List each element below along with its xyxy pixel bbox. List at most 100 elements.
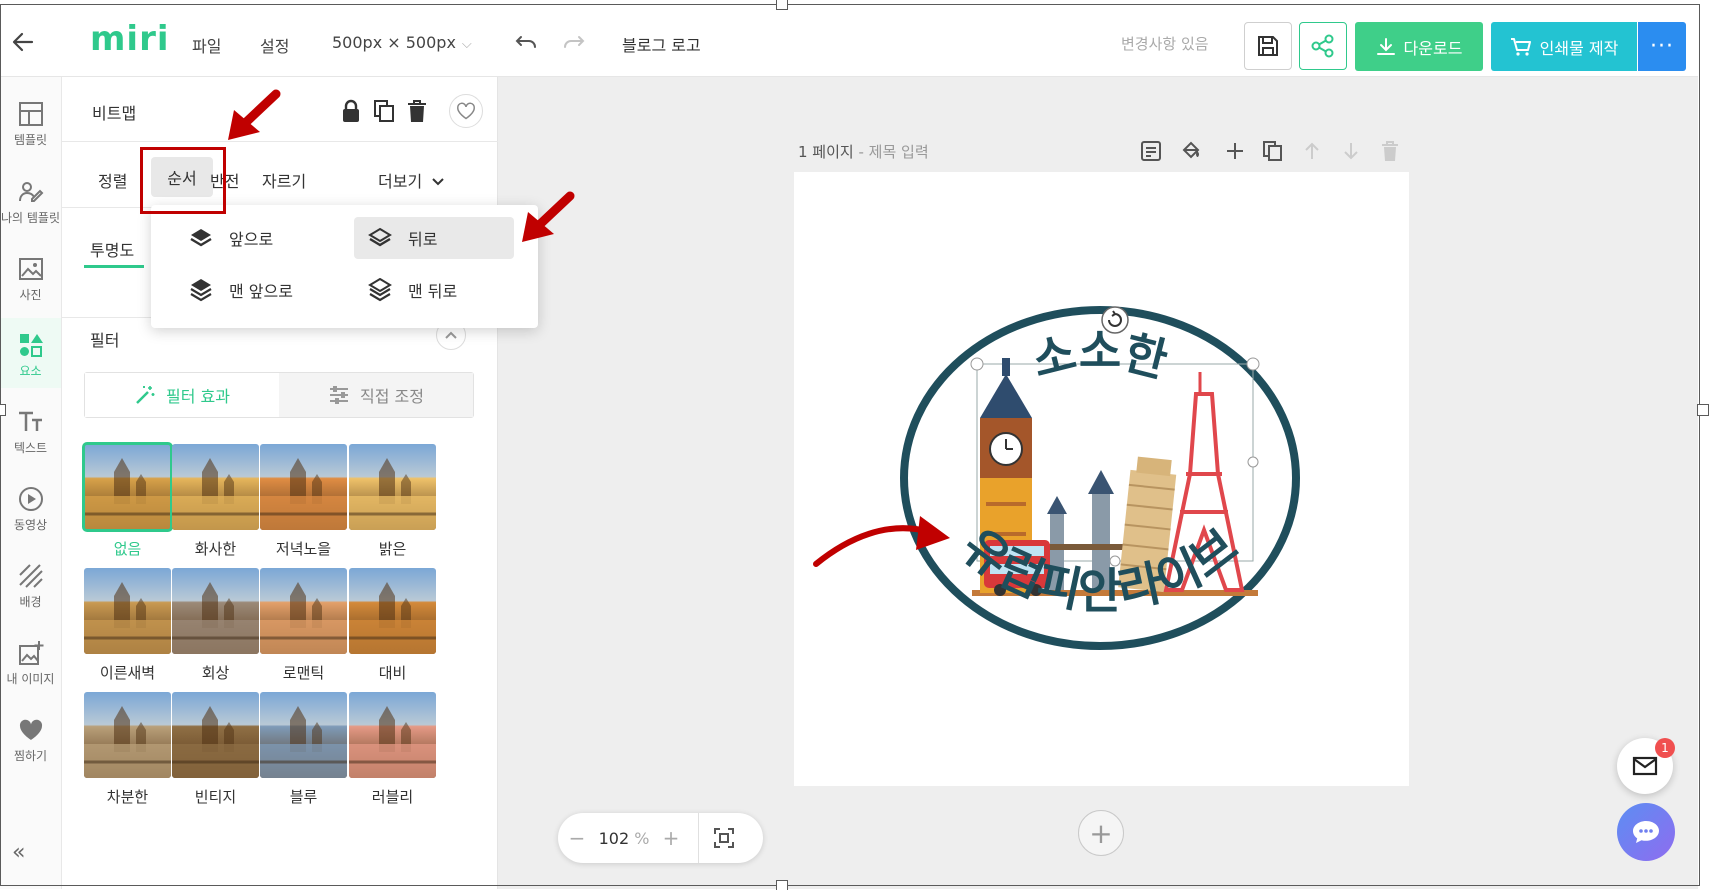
arrow-down-icon — [1344, 143, 1358, 160]
video-icon — [18, 487, 43, 511]
tab-align[interactable]: 정렬 — [98, 168, 127, 192]
undo-button[interactable] — [514, 33, 540, 53]
arrow-up-icon — [1305, 142, 1319, 159]
zoom-in-button[interactable]: + — [652, 826, 690, 850]
filter-thumb[interactable] — [84, 692, 171, 778]
filter-thumb[interactable] — [260, 568, 347, 654]
redo-button[interactable] — [560, 33, 586, 53]
heart-icon — [19, 719, 42, 740]
document-title[interactable]: 블로그 로고 — [622, 32, 701, 56]
print-order-button[interactable]: 인쇄물 제작 — [1491, 22, 1637, 71]
filter-label: 차분한 — [106, 788, 149, 806]
tab-filter-effects[interactable]: 필터 효과 — [85, 373, 279, 417]
rail-item-templates[interactable]: 템플릿 — [0, 87, 61, 157]
frame-handle-top[interactable] — [776, 0, 788, 10]
filter-thumb[interactable] — [260, 444, 347, 530]
back-button[interactable] — [10, 29, 36, 55]
frame-handle-right[interactable] — [1697, 404, 1709, 416]
properties-panel: 비트맵 정렬 순서 반전 자르기 더보기 투명도 필터 필터 효과 직접 조정 … — [62, 77, 511, 889]
layer-forward-icon — [190, 229, 212, 247]
template-icon — [18, 102, 43, 126]
left-rail: 템플릿 나의 템플릿 사진 요소 텍스트 동영상 배경 내 이미지 찜하기 « — [0, 77, 62, 889]
rail-item-background[interactable]: 배경 — [0, 549, 61, 619]
memo-icon — [1141, 141, 1161, 161]
filter-thumb[interactable] — [172, 444, 259, 530]
filter-thumb[interactable] — [172, 568, 259, 654]
rail-item-elements[interactable]: 요소 — [0, 318, 61, 388]
resize-handle-icon — [1246, 357, 1260, 371]
download-button[interactable]: 다운로드 — [1355, 22, 1483, 71]
zoom-out-button[interactable]: − — [558, 826, 596, 850]
filter-thumb[interactable] — [172, 692, 259, 778]
filter-tab-label: 직접 조정 — [360, 387, 424, 406]
opacity-slider[interactable] — [84, 265, 144, 268]
annotation-arrow-icon — [522, 191, 575, 242]
tab-crop[interactable]: 자르기 — [262, 168, 306, 192]
order-bring-to-front[interactable]: 맨 앞으로 — [175, 269, 335, 311]
rail-item-text[interactable]: 텍스트 — [0, 395, 61, 465]
tab-more[interactable]: 더보기 — [378, 168, 445, 192]
trash-icon — [1382, 141, 1398, 161]
filter-thumb[interactable] — [84, 568, 171, 654]
save-button[interactable] — [1244, 22, 1292, 70]
page-background-color-button[interactable] — [1180, 140, 1202, 162]
order-send-to-back[interactable]: 맨 뒤로 — [354, 269, 514, 311]
lock-button[interactable] — [340, 99, 364, 123]
share-icon — [1311, 34, 1334, 58]
undo-icon — [515, 36, 536, 48]
order-bring-forward[interactable]: 앞으로 — [175, 217, 335, 259]
frame-handle-bottom[interactable] — [776, 880, 788, 890]
photo-icon — [18, 258, 43, 280]
zoom-value[interactable]: 102 % — [596, 829, 652, 848]
chat-support-button[interactable] — [1617, 803, 1675, 861]
delete-page-button[interactable] — [1379, 140, 1401, 162]
logo-artwork: 소소한 유럽피안라이브 — [900, 306, 1300, 650]
magic-wand-icon — [136, 386, 155, 404]
menu-file[interactable]: 파일 — [192, 33, 221, 57]
zoom-unit: % — [629, 828, 650, 848]
rail-item-photos[interactable]: 사진 — [0, 242, 61, 312]
duplicate-button[interactable] — [373, 99, 397, 123]
filter-title: 필터 — [90, 331, 120, 350]
more-options-button[interactable]: ··· — [1638, 22, 1686, 71]
duplicate-page-button[interactable] — [1262, 140, 1284, 162]
filter-label: 빈티지 — [194, 788, 237, 806]
rail-item-video[interactable]: 동영상 — [0, 472, 61, 542]
collapse-rail-button[interactable]: « — [12, 840, 25, 865]
share-button[interactable] — [1299, 22, 1347, 70]
design-page[interactable]: 소소한 유럽피안라이브 — [794, 172, 1409, 786]
add-page-circle-button[interactable]: + — [1078, 810, 1124, 856]
move-page-down-button[interactable] — [1340, 140, 1362, 162]
filter-thumb[interactable] — [260, 692, 347, 778]
rail-item-my-images[interactable]: 내 이미지 — [0, 626, 61, 696]
mail-icon — [1632, 756, 1658, 776]
filter-thumb[interactable] — [82, 442, 173, 532]
fit-screen-button[interactable] — [698, 813, 735, 863]
favorite-button[interactable] — [449, 94, 483, 128]
canvas-size-select[interactable]: 500px × 500px ⌵ — [332, 33, 472, 52]
frame-handle-left[interactable] — [0, 404, 6, 416]
delete-button[interactable] — [406, 99, 430, 123]
rail-item-favorites[interactable]: 찜하기 — [0, 703, 61, 773]
save-status: 변경사항 있음 — [1121, 35, 1209, 53]
move-page-up-button[interactable] — [1301, 140, 1323, 162]
page-label[interactable]: 1 페이지 - 제목 입력 — [798, 141, 929, 162]
add-page-button[interactable] — [1224, 140, 1246, 162]
menu-settings[interactable]: 설정 — [260, 33, 289, 57]
tab-more-label: 더보기 — [378, 172, 423, 191]
miri-logo[interactable]: miri — [90, 19, 170, 59]
resize-handle-icon — [1247, 456, 1259, 468]
rail-label: 동영상 — [13, 518, 48, 532]
filter-thumb[interactable] — [349, 692, 436, 778]
filter-thumb[interactable] — [349, 568, 436, 654]
page-memo-button[interactable] — [1140, 140, 1162, 162]
heart-outline-icon — [456, 102, 476, 120]
sliders-icon — [330, 386, 349, 404]
rail-item-my-templates[interactable]: 나의 템플릿 — [0, 165, 61, 235]
filter-label: 대비 — [378, 664, 407, 682]
order-send-backward[interactable]: 뒤로 — [354, 217, 514, 259]
filter-thumb[interactable] — [349, 444, 436, 530]
filter-label: 로맨틱 — [282, 664, 325, 682]
filter-label: 회상 — [201, 664, 230, 682]
tab-manual-adjust[interactable]: 직접 조정 — [279, 373, 473, 417]
